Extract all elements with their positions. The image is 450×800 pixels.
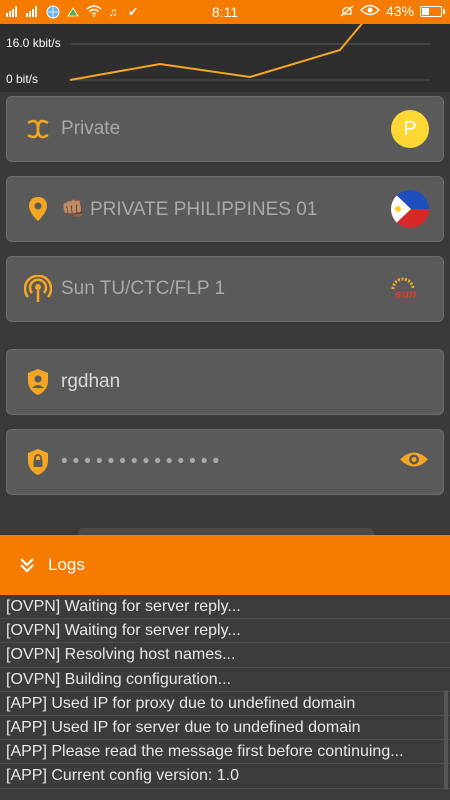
log-entry: [OVPN] Resolving host names... [0, 643, 450, 668]
double-chevron-down-icon [20, 558, 34, 573]
payload-label: Private [61, 118, 121, 139]
graph-line [69, 24, 363, 81]
philippines-flag [391, 190, 429, 228]
log-entry: [APP] Used IP for server due to undefine… [0, 716, 450, 741]
log-entry: [OVPN] Building configuration... [0, 668, 450, 692]
graph-y-bottom-label: 0 bit/s [6, 72, 39, 86]
battery-level [422, 7, 430, 15]
battery-percent: 43% [385, 3, 414, 19]
sun-logo-text: sun [395, 287, 416, 301]
lock-shield-icon [23, 447, 53, 477]
server-name: PRIVATE PHILIPPINES 01 [89, 199, 318, 220]
graph-canvas [69, 24, 430, 81]
battery-icon [420, 5, 445, 17]
status-right-icons: 43% [340, 3, 445, 19]
user-shield-icon [23, 367, 53, 397]
traffic-graph: 16.0 kbit/s 0 bit/s [0, 24, 450, 92]
logs-header[interactable]: Logs [0, 535, 450, 595]
payload-selector[interactable]: Private P [6, 96, 444, 162]
network-selector[interactable]: Sun TU/CTC/FLP 1 sun [6, 256, 444, 322]
broadcast-icon [23, 274, 53, 304]
log-entry: [APP] Please read the message first befo… [0, 740, 450, 765]
log-list[interactable]: [OVPN] Waiting for server reply... [OVPN]… [0, 595, 450, 800]
location-pin-icon [23, 194, 53, 224]
username-field[interactable]: rgdhan [6, 349, 444, 415]
log-entry: [OVPN] Waiting for server reply... [0, 619, 450, 644]
payload-icon [23, 114, 53, 144]
sun-logo: sun [389, 277, 429, 301]
status-bar: ♫ ✔ 8:11 43% [0, 0, 450, 24]
mute-icon [340, 4, 354, 18]
server-emoji: 👊🏽 [61, 199, 85, 220]
log-entry: [APP] Used IP for proxy due to undefined… [0, 692, 450, 716]
eye-icon[interactable] [399, 450, 429, 475]
server-selector[interactable]: 👊🏽 PRIVATE PHILIPPINES 01 [6, 176, 444, 242]
password-field[interactable]: •••••••••••••• [6, 429, 444, 495]
eye-icon [359, 4, 380, 18]
log-entry: [OVPN] Waiting for server reply... [0, 595, 450, 620]
log-scrollbar[interactable] [444, 690, 448, 790]
logs-title: Logs [48, 555, 85, 574]
network-label: Sun TU/CTC/FLP 1 [61, 278, 226, 299]
log-entry: [APP] Current config version: 1.0 [0, 764, 450, 789]
graph-y-top-label: 16.0 kbit/s [6, 36, 61, 50]
payload-badge: P [391, 110, 429, 148]
server-label: 👊🏽 PRIVATE PHILIPPINES 01 [61, 197, 317, 221]
password-value: •••••••••••••• [61, 451, 225, 472]
username-value: rgdhan [61, 371, 121, 392]
